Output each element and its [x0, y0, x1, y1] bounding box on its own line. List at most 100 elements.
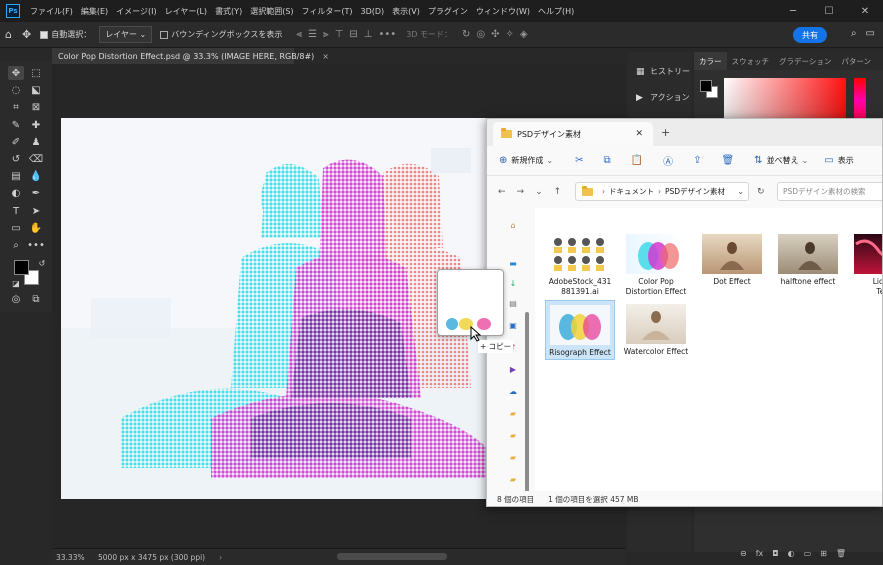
eyedropper-tool-icon[interactable]: ✎ — [8, 118, 24, 132]
frame-tool-icon[interactable]: ⊠ — [28, 100, 44, 114]
dodge-tool-icon[interactable]: ◐ — [8, 186, 24, 200]
share-icon[interactable]: ⇪ — [693, 155, 701, 166]
more-tools-icon[interactable]: ••• — [27, 238, 45, 252]
cut-icon[interactable]: ✂ — [575, 155, 583, 166]
address-dropdown-icon[interactable]: ⌄ — [737, 187, 744, 196]
foreground-color-swatch[interactable] — [14, 260, 29, 275]
blur-tool-icon[interactable]: 💧 — [28, 169, 44, 183]
panel-foreground-swatch[interactable] — [700, 80, 712, 92]
menu-filter[interactable]: フィルター(T) — [298, 6, 357, 17]
history-brush-tool-icon[interactable]: ↺ — [8, 152, 24, 166]
hue-slider[interactable] — [854, 78, 866, 122]
breadcrumb-current[interactable]: PSDデザイン素材 — [665, 186, 725, 197]
close-icon[interactable]: ✕ — [847, 0, 883, 22]
videos-icon[interactable]: ▶ — [507, 364, 519, 374]
folder-icon[interactable]: ▰ — [507, 452, 519, 462]
gradient-tool-icon[interactable]: ▤ — [8, 169, 24, 183]
move-tool-icon[interactable]: ✥ — [22, 28, 31, 41]
tab-gradients[interactable]: グラデーション — [774, 56, 836, 67]
pen-tool-icon[interactable]: ✒ — [28, 186, 44, 200]
auto-select-checkbox[interactable]: 自動選択： — [40, 29, 91, 40]
file-item[interactable]: AdobeStock_431 881391.ai — [545, 230, 615, 297]
breadcrumb-documents[interactable]: ドキュメント — [609, 186, 654, 197]
healing-brush-tool-icon[interactable]: ✚ — [28, 118, 44, 132]
align-left-icon[interactable]: ⫷ — [296, 29, 302, 40]
zoom-level[interactable]: 33.33% — [56, 553, 94, 562]
link-layers-icon[interactable]: ⊖ — [740, 549, 747, 558]
new-item-button[interactable]: ⊕ 新規作成 ⌄ — [499, 155, 553, 166]
file-item[interactable]: Dot Effect — [697, 230, 767, 287]
menu-view[interactable]: 表示(V) — [388, 6, 424, 17]
copy-icon[interactable]: ⧉ — [603, 155, 610, 166]
zoom-tool-icon[interactable]: ⌕ — [8, 238, 24, 252]
move-tool-icon[interactable]: ✥ — [8, 66, 24, 80]
menu-window[interactable]: ウィンドウ(W) — [472, 6, 534, 17]
workspace-icon[interactable]: ▭ — [866, 28, 875, 39]
more-options-icon[interactable]: ••• — [379, 29, 397, 40]
rectangle-tool-icon[interactable]: ▭ — [8, 221, 24, 235]
file-item[interactable]: Color Pop Distortion Effect — [621, 230, 691, 297]
history-panel-button[interactable]: ▦ ヒストリー — [636, 66, 690, 77]
lasso-tool-icon[interactable]: ◌ — [8, 83, 24, 97]
forward-arrow-icon[interactable]: → — [517, 187, 525, 197]
share-button[interactable]: 共有 — [793, 27, 827, 43]
view-button[interactable]: ▭ 表示 — [824, 155, 853, 166]
explorer-search-input[interactable]: PSDデザイン素材の検索 — [777, 182, 882, 201]
scale-3d-icon[interactable]: ◈ — [520, 29, 528, 40]
roll-3d-icon[interactable]: ◎ — [476, 29, 485, 40]
menu-image[interactable]: イメージ(I) — [112, 6, 160, 17]
menu-plugins[interactable]: プラグイン — [424, 6, 472, 17]
menu-select[interactable]: 選択範囲(S) — [246, 6, 297, 17]
object-select-tool-icon[interactable]: ⬕ — [28, 83, 44, 97]
orbit-3d-icon[interactable]: ↻ — [462, 29, 470, 40]
minimize-icon[interactable]: ─ — [775, 0, 811, 22]
hand-tool-icon[interactable]: ✋ — [28, 221, 44, 235]
maximize-icon[interactable]: ☐ — [811, 0, 847, 22]
tab-patterns[interactable]: パターン — [836, 56, 876, 67]
align-bottom-icon[interactable]: ⊥ — [364, 29, 373, 40]
clone-stamp-tool-icon[interactable]: ♟ — [28, 135, 44, 149]
documents-icon[interactable]: ▤ — [507, 298, 519, 308]
swap-colors-icon[interactable]: ↺ — [34, 256, 50, 270]
menu-file[interactable]: ファイル(F) — [26, 6, 77, 17]
align-top-icon[interactable]: ⊤ — [335, 29, 344, 40]
navigation-scrollbar[interactable] — [525, 312, 529, 502]
menu-help[interactable]: ヘルプ(H) — [534, 6, 578, 17]
bounding-box-checkbox[interactable]: バウンディングボックスを表示 — [160, 29, 282, 40]
file-item[interactable]: Watercolor Effect — [621, 300, 691, 357]
document-tab[interactable]: Color Pop Distortion Effect.psd @ 33.3% … — [52, 48, 329, 64]
align-middle-icon[interactable]: ⊟ — [349, 29, 357, 40]
path-select-tool-icon[interactable]: ➤ — [28, 204, 44, 218]
document-close-icon[interactable]: × — [322, 52, 329, 61]
new-group-icon[interactable]: ▭ — [804, 549, 812, 558]
onedrive-icon[interactable]: ☁ — [507, 386, 519, 396]
home-icon[interactable]: ⌂ — [5, 28, 12, 41]
menu-type[interactable]: 書式(Y) — [211, 6, 246, 17]
address-bar[interactable]: › ドキュメント › PSDデザイン素材 ⌄ — [575, 182, 749, 201]
back-arrow-icon[interactable]: ← — [498, 187, 506, 197]
screen-mode-icon[interactable]: ⧉ — [28, 292, 44, 306]
crop-tool-icon[interactable]: ⌗ — [8, 100, 24, 114]
up-arrow-icon[interactable]: ↑ — [554, 187, 562, 197]
menu-layer[interactable]: レイヤー(L) — [161, 6, 211, 17]
slide-3d-icon[interactable]: ✧ — [506, 29, 514, 40]
close-tab-icon[interactable]: ✕ — [635, 129, 643, 139]
fx-icon[interactable]: fx — [756, 549, 764, 558]
folder-icon[interactable]: ▰ — [507, 408, 519, 418]
delete-layer-icon[interactable]: 🗑 — [836, 549, 846, 558]
home-icon[interactable]: ⌂ — [507, 220, 519, 230]
new-tab-icon[interactable]: + — [661, 126, 670, 139]
align-right-icon[interactable]: ⫸ — [323, 29, 329, 40]
downloads-icon[interactable]: ↓ — [507, 278, 519, 288]
desktop-icon[interactable]: ▬ — [507, 258, 519, 268]
folder-icon[interactable]: ▰ — [507, 474, 519, 484]
search-icon[interactable]: ⌕ — [851, 28, 857, 39]
recent-chevron-icon[interactable]: ⌄ — [535, 187, 543, 197]
default-colors-icon[interactable]: ◪ — [8, 276, 24, 290]
file-item-selected[interactable]: Risograph Effect — [545, 300, 615, 360]
horizontal-scrollbar[interactable] — [337, 553, 447, 560]
pictures-icon[interactable]: ▣ — [507, 320, 519, 330]
marquee-tool-icon[interactable]: ⬚ — [28, 66, 44, 80]
eraser-tool-icon[interactable]: ⌫ — [28, 152, 44, 166]
tab-swatches[interactable]: スウォッチ — [727, 56, 775, 67]
